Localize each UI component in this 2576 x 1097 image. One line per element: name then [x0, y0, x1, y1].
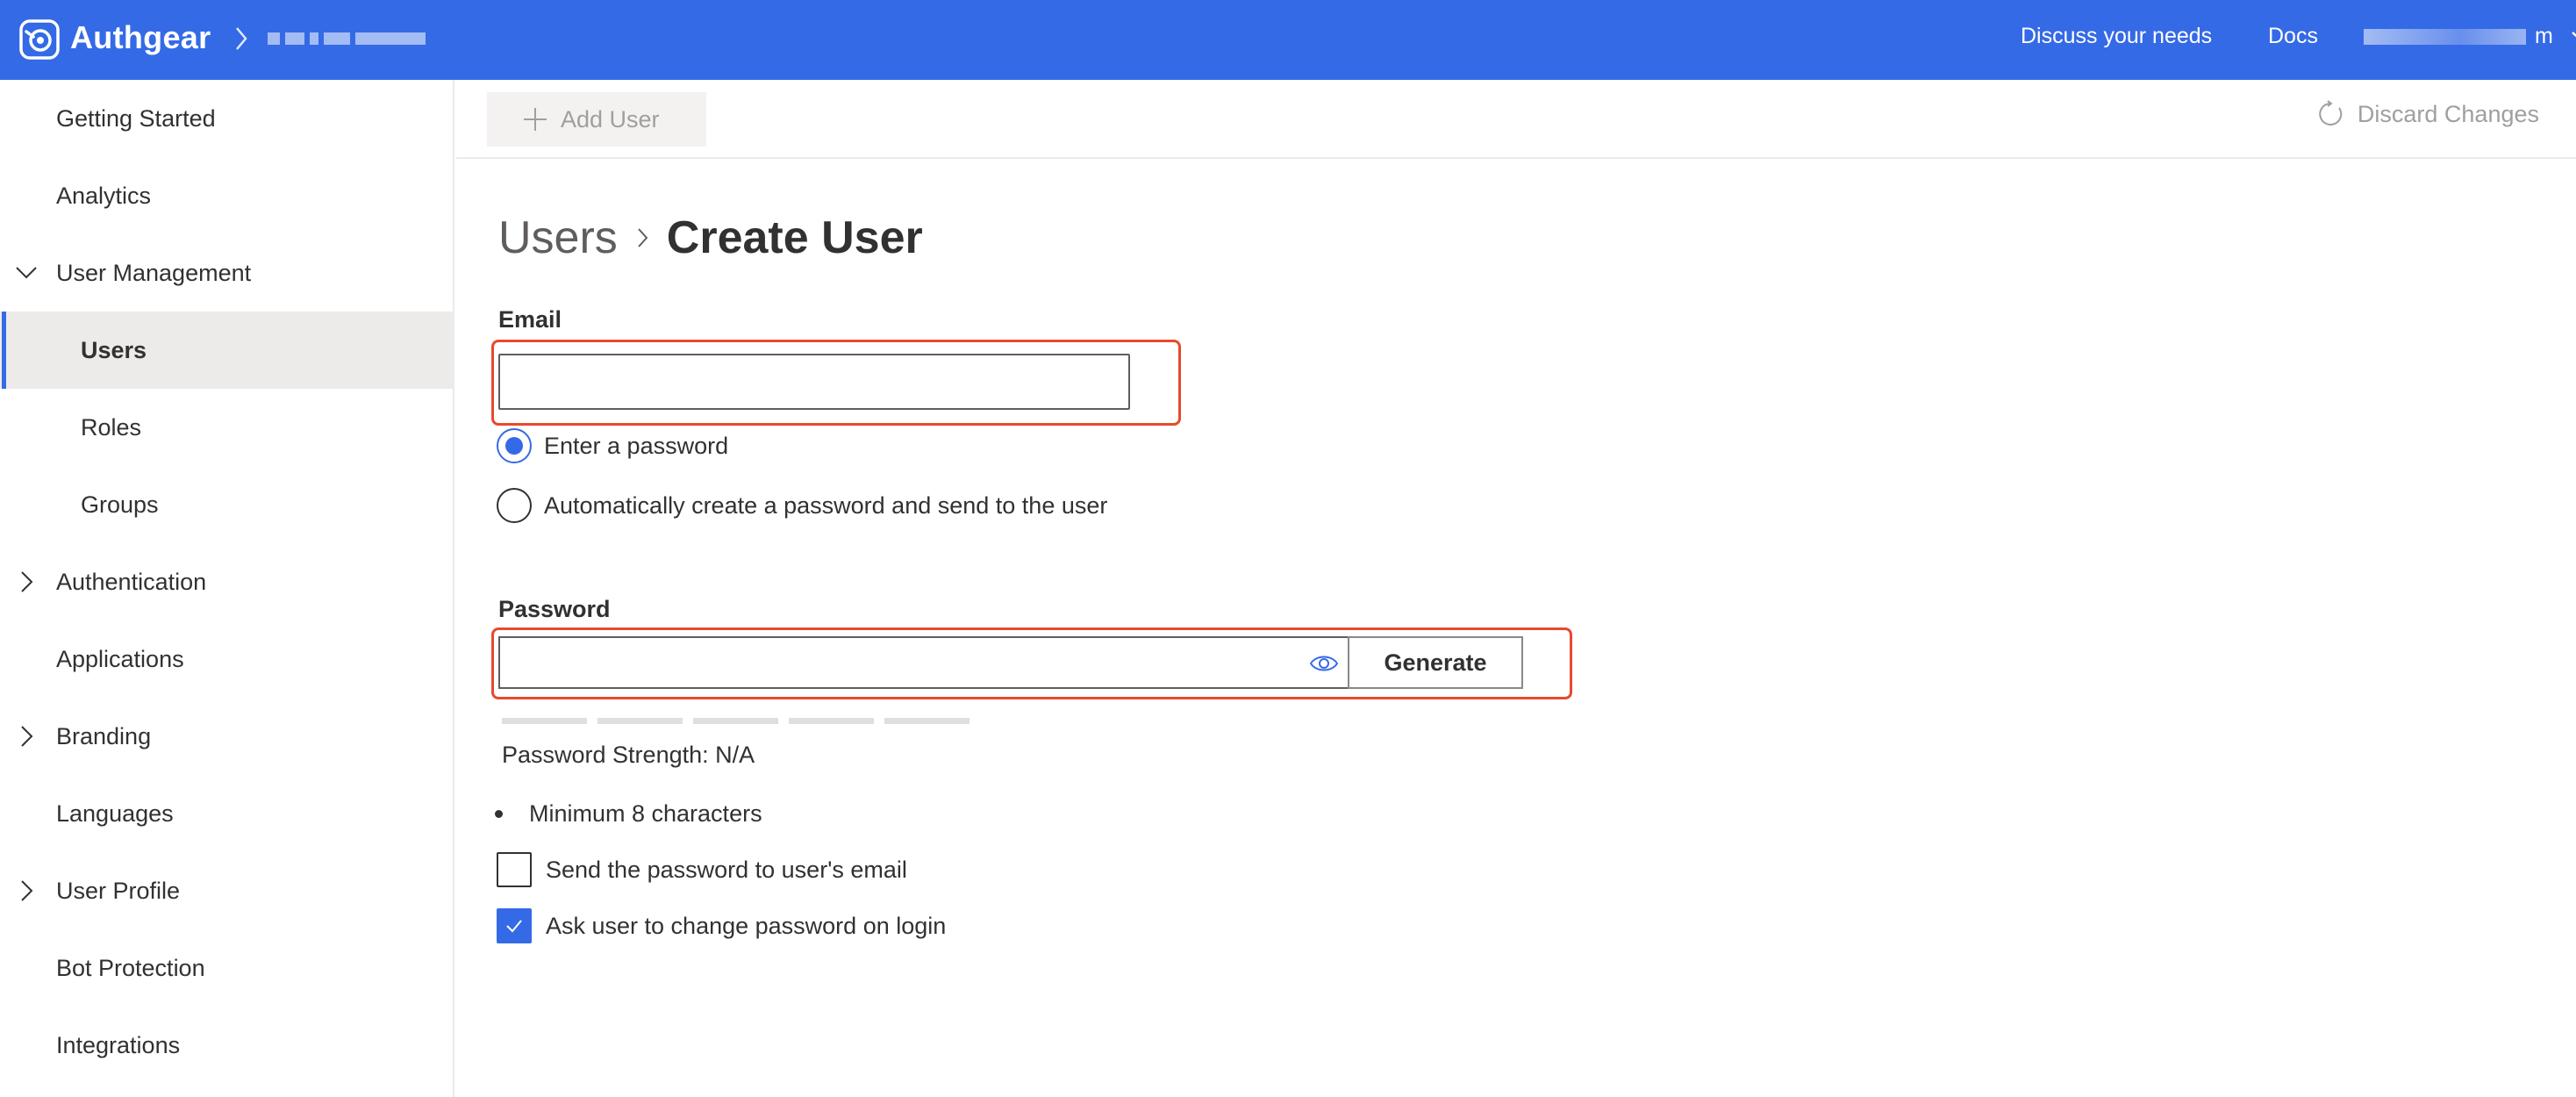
email-label: Email	[498, 306, 562, 333]
sidebar-item-languages[interactable]: Languages	[0, 775, 453, 852]
eye-icon[interactable]	[1309, 650, 1339, 677]
command-bar: Add User Discard Changes	[456, 80, 2576, 159]
account-email-redacted	[2364, 28, 2526, 45]
account-email-suffix: m	[2535, 24, 2553, 48]
brand-name[interactable]: Authgear	[70, 19, 211, 56]
send-password-email-checkbox-row[interactable]: Send the password to user's email	[497, 852, 907, 887]
refresh-icon	[2319, 100, 2343, 125]
sidebar-item-analytics[interactable]: Analytics	[0, 157, 453, 234]
breadcrumb-users-link[interactable]: Users	[498, 212, 618, 264]
chevron-right-icon[interactable]	[14, 570, 39, 594]
chevron-right-icon[interactable]	[14, 878, 39, 903]
sidebar-item-label: Users	[81, 336, 147, 363]
chevron-down-icon	[2571, 31, 2576, 37]
send-password-email-checkbox[interactable]	[497, 852, 532, 887]
docs-link[interactable]: Docs	[2268, 24, 2318, 49]
chevron-down-icon[interactable]	[14, 261, 39, 285]
password-rule-item: Minimum 8 characters	[495, 800, 762, 828]
radio-auto-password[interactable]: Automatically create a password and send…	[497, 488, 1107, 523]
sidebar-item-label: Integrations	[56, 1031, 181, 1058]
sidebar-item-label: Languages	[56, 799, 174, 827]
password-strength-text: Password Strength: N/A	[502, 742, 755, 768]
sidebar-item-user-management[interactable]: User Management	[0, 234, 453, 312]
change-password-on-login-label: Ask user to change password on login	[546, 912, 947, 939]
sidebar-item-user-profile[interactable]: User Profile	[0, 852, 453, 929]
sidebar: Getting Started Analytics User Managemen…	[0, 80, 454, 1097]
sidebar-item-authentication[interactable]: Authentication	[0, 543, 453, 620]
account-menu[interactable]: m	[2364, 24, 2576, 49]
discard-changes-label: Discard Changes	[2357, 100, 2539, 127]
sidebar-item-label: Branding	[56, 722, 152, 749]
strength-bar-segment	[884, 718, 970, 724]
radio-enter-password-label: Enter a password	[544, 432, 729, 459]
password-label: Password	[498, 596, 611, 622]
sidebar-item-label: Authentication	[56, 568, 207, 595]
sidebar-item-label: Getting Started	[56, 104, 216, 132]
sidebar-item-label: User Profile	[56, 877, 181, 904]
main-content: Add User Discard Changes Users Create Us…	[456, 80, 2576, 1097]
password-field[interactable]	[498, 636, 1349, 689]
sidebar-item-getting-started[interactable]: Getting Started	[0, 80, 453, 157]
plus-icon	[524, 108, 547, 131]
top-bar: Authgear Discuss your needs Docs m	[0, 0, 2576, 80]
sidebar-item-label: Applications	[56, 645, 184, 672]
strength-bar-segment	[597, 718, 683, 724]
sidebar-item-applications[interactable]: Applications	[0, 620, 453, 698]
checkmark-icon	[506, 920, 522, 933]
sidebar-item-integrations[interactable]: Integrations	[0, 1007, 453, 1084]
discard-changes-button[interactable]: Discard Changes	[2315, 99, 2539, 129]
strength-bar-segment	[789, 718, 874, 724]
password-rule-text: Minimum 8 characters	[529, 800, 762, 827]
radio-button[interactable]	[497, 488, 532, 523]
radio-auto-password-label: Automatically create a password and send…	[544, 491, 1108, 519]
sidebar-item-groups[interactable]: Groups	[0, 466, 453, 543]
change-password-on-login-checkbox[interactable]	[497, 908, 532, 943]
chevron-right-icon	[236, 27, 247, 50]
page-title: Create User	[666, 212, 923, 263]
strength-bar-segment	[693, 718, 778, 724]
radio-enter-password[interactable]: Enter a password	[497, 428, 728, 463]
send-password-email-label: Send the password to user's email	[546, 856, 907, 883]
strength-bar-segment	[502, 718, 587, 724]
password-strength-meter	[502, 718, 970, 724]
sidebar-item-label: Groups	[81, 491, 159, 518]
bullet-icon	[495, 810, 503, 818]
radio-button-selected[interactable]	[497, 428, 532, 463]
sidebar-item-label: Analytics	[56, 182, 152, 209]
authgear-logo-icon[interactable]	[18, 18, 61, 61]
sidebar-item-label: User Management	[56, 259, 252, 286]
sidebar-item-label: Roles	[81, 413, 142, 441]
generate-password-button[interactable]: Generate	[1348, 636, 1523, 689]
sidebar-item-users[interactable]: Users	[0, 312, 453, 389]
discuss-needs-link[interactable]: Discuss your needs	[2021, 24, 2212, 49]
email-field[interactable]	[498, 354, 1130, 410]
chevron-right-icon	[638, 228, 648, 247]
add-user-button[interactable]: Add User	[487, 92, 706, 147]
add-user-label: Add User	[561, 105, 660, 133]
project-name-redacted[interactable]	[268, 23, 430, 54]
sidebar-item-label: Bot Protection	[56, 954, 205, 981]
change-password-on-login-checkbox-row[interactable]: Ask user to change password on login	[497, 908, 946, 943]
sidebar-item-roles[interactable]: Roles	[0, 389, 453, 466]
chevron-right-icon[interactable]	[14, 724, 39, 749]
sidebar-item-bot-protection[interactable]: Bot Protection	[0, 929, 453, 1007]
breadcrumb: Users Create User	[498, 212, 923, 264]
sidebar-item-branding[interactable]: Branding	[0, 698, 453, 775]
